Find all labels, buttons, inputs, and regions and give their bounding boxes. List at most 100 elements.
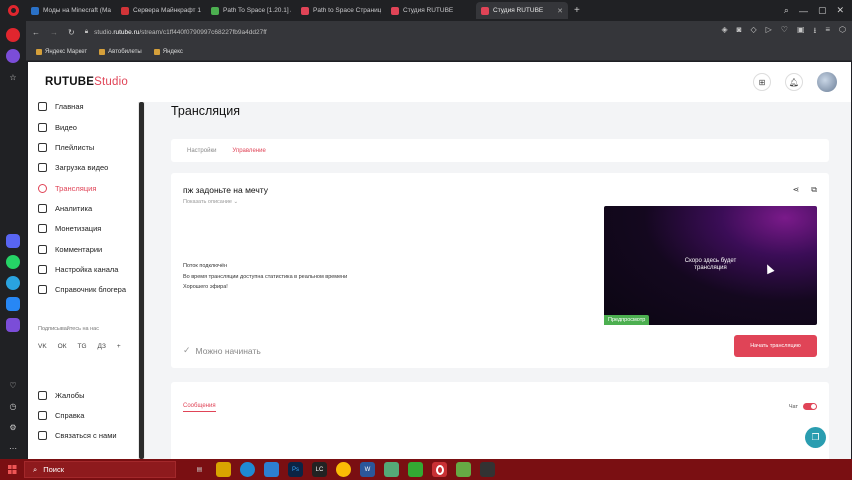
share-icon[interactable]: ⋖ [793,185,800,195]
aria-icon[interactable] [6,49,20,63]
dzen-icon[interactable]: ДЗ [98,343,106,350]
edge-icon[interactable] [240,462,255,477]
rutube-studio-logo[interactable]: RUTUBEStudio [45,76,128,88]
chat-toggle[interactable] [803,403,817,410]
sidebar-item-analytics[interactable]: Аналитика [38,204,92,213]
play-icon[interactable]: ▷ [766,25,772,39]
sidebar-item-monetization[interactable]: Монетизация [38,224,101,233]
minecraft-icon[interactable] [456,462,471,477]
lock-icon: 🔒︎ [84,28,89,35]
sidebar-item-contact[interactable]: Связаться с нами [38,431,117,440]
app-icon[interactable] [384,462,399,477]
vpn-icon[interactable]: ◈ [721,25,727,39]
sidebar-item-upload[interactable]: Загрузка видео [38,163,108,172]
sidebar-item-help[interactable]: Справка [38,411,84,420]
notifications-icon[interactable]: 🔔︎ [785,73,803,91]
stream-preview[interactable]: Скоро здесь будет трансляция Предпросмот… [604,206,817,325]
instagram-icon[interactable] [6,318,20,332]
menu-icon[interactable]: ≡ [825,25,830,39]
extensions-icon[interactable]: ⬡ [839,25,846,39]
opera-taskbar-icon[interactable] [432,462,447,477]
broadcast-icon [38,184,47,193]
terminal-icon[interactable] [408,462,423,477]
obs-icon[interactable] [480,462,495,477]
browser-tab[interactable]: Моды на Minecraft (Май... [26,2,116,19]
browser-tab[interactable]: Студия RUTUBE [386,2,476,19]
add-video-icon[interactable]: ⊞ [753,73,771,91]
sidebar-item-home[interactable]: Главная [38,102,84,111]
question-icon [38,411,47,420]
subscribe-label: Подписывайтесь на нас [38,326,99,332]
preview-placeholder-text: Скоро здесь будет трансляция [684,258,737,271]
new-tab-button[interactable]: + [568,5,586,16]
sidebar-item-comments[interactable]: Комментарии [38,245,102,254]
heart-icon[interactable]: ♡ [781,25,788,39]
more-social-icon[interactable]: + [117,343,121,350]
browser-tab[interactable]: Сервера Майнкрафт 1.1... [116,2,206,19]
cube-icon[interactable]: ▣ [797,25,805,39]
chat-label: Чат [788,403,798,410]
opera-sidebar: ☆ ♡ ◷ ⚙ ⋯ [0,21,26,459]
browser-tab-active[interactable]: Студия RUTUBE ✕ [476,2,568,19]
launcher-icon[interactable]: LC [312,462,327,477]
sidebar-item-video[interactable]: Видео [38,123,77,132]
close-tab-icon[interactable]: ✕ [557,7,563,15]
opera-menu-icon[interactable] [6,28,20,42]
bookmark-item[interactable]: Яндекс Маркет [36,48,87,55]
photoshop-icon[interactable]: Ps [288,462,303,477]
ok-icon[interactable]: ОК [58,343,67,350]
search-tabs-icon[interactable]: ⌕ [784,5,789,16]
mail-icon[interactable] [264,462,279,477]
sidebar-item-playlists[interactable]: Плейлисты [38,143,94,152]
browser-tab[interactable]: Path To Space [1.20.1] / C... [206,2,296,19]
vk-icon[interactable] [6,297,20,311]
tab-settings[interactable]: Настройки [187,148,216,154]
more-icon[interactable]: ⋯ [6,441,20,455]
tab-messages[interactable]: Сообщения [183,403,216,412]
avatar[interactable] [817,72,837,92]
sidebar-item-broadcast[interactable]: Трансляция [38,184,96,193]
telegram-icon[interactable] [6,276,20,290]
minimize-icon[interactable]: — [799,6,808,16]
sidebar-item-complaints[interactable]: Жалобы [38,391,85,400]
heart-icon[interactable]: ♡ [6,378,20,392]
video-icon [38,123,47,132]
word-icon[interactable]: W [360,462,375,477]
sidebar-scrollbar[interactable] [138,102,145,459]
opera-logo-icon[interactable] [0,0,26,21]
star-icon[interactable]: ☆ [6,70,20,84]
history-icon[interactable]: ◷ [6,399,20,413]
bookmark-item[interactable]: Автобилеты [99,48,142,55]
back-icon[interactable]: ← [32,28,40,37]
forward-icon[interactable]: → [50,28,58,37]
bookmark-item[interactable]: Яндекс [153,48,183,55]
open-external-icon[interactable]: ⧉ [811,185,817,195]
reload-icon[interactable]: ↻ [68,28,75,37]
address-bar: ← → ↻ 🔒︎ studio.rutube.ru/stream/c1ff440… [26,21,852,43]
sidebar-item-channel-settings[interactable]: Настройка канала [38,265,118,274]
url-field[interactable]: 🔒︎ studio.rutube.ru/stream/c1ff440f07909… [85,28,712,36]
whatsapp-icon[interactable] [6,255,20,269]
telegram-icon[interactable]: TG [78,343,87,350]
support-chat-button[interactable]: ❐ [805,427,826,448]
start-broadcast-button[interactable]: Начать трансляцию [734,335,817,357]
chrome-icon[interactable] [336,462,351,477]
vk-icon[interactable]: VK [38,343,47,350]
tab-management[interactable]: Управление [232,148,265,154]
scrollbar-thumb[interactable] [139,102,144,459]
messenger-icon[interactable] [6,234,20,248]
browser-tab[interactable]: Path to Space Страница... [296,2,386,19]
download-icon[interactable]: ⭳ [814,25,817,39]
comments-icon [38,245,47,254]
camera-icon[interactable]: ◙ [737,25,742,39]
show-description-link[interactable]: Показать описание ⌄ [183,199,238,205]
start-button[interactable] [0,459,24,480]
shield-icon[interactable]: ◇ [750,25,756,39]
sidebar-item-blogger-guide[interactable]: Справочник блогера [38,285,126,294]
file-explorer-icon[interactable] [216,462,231,477]
task-view-icon[interactable]: ▤ [192,462,207,477]
maximize-icon[interactable]: ▢ [818,5,827,16]
taskbar-search[interactable]: ⌕ Поиск [24,461,176,478]
close-window-icon[interactable]: ✕ [836,5,844,16]
settings-icon[interactable]: ⚙ [6,420,20,434]
